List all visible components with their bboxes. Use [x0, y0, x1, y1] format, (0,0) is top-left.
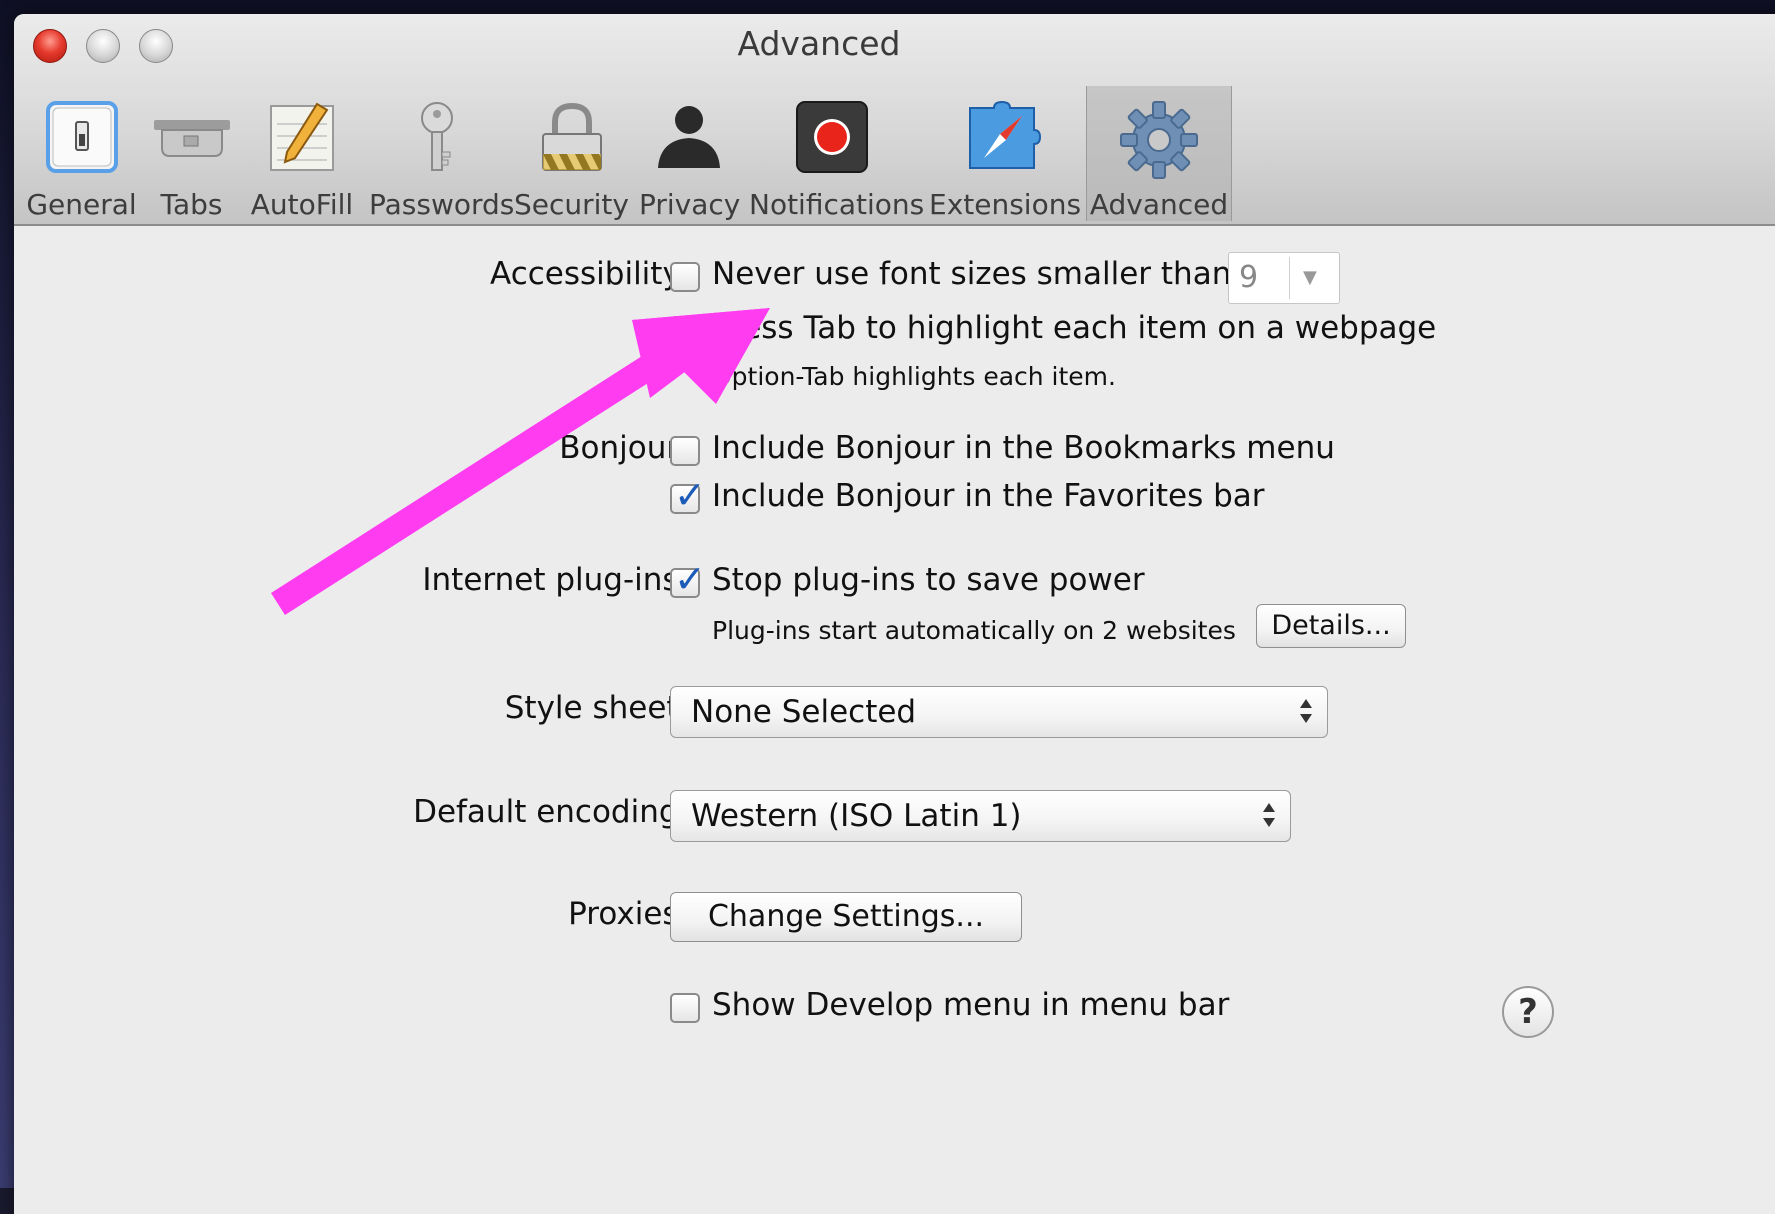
annotation-arrow-icon: [271, 308, 770, 615]
